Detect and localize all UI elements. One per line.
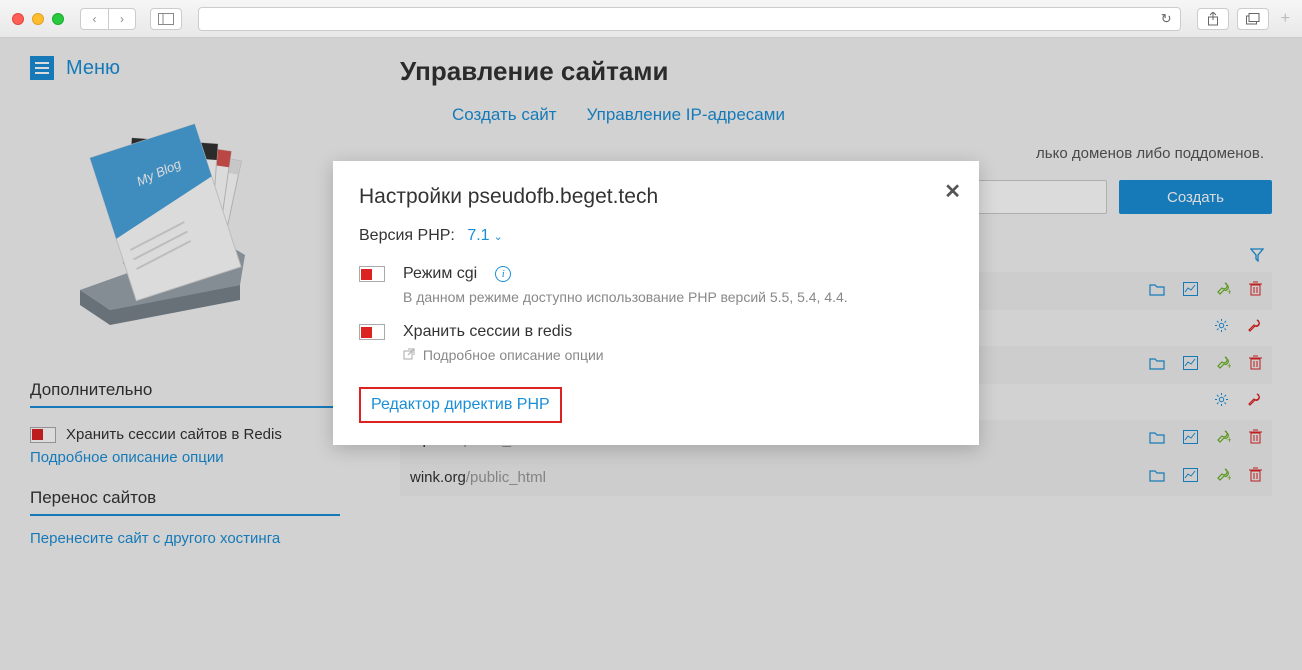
cgi-label: Режим cgi — [403, 265, 477, 283]
redis-help-link[interactable]: Подробное описание опции — [423, 347, 604, 363]
cgi-mode-row: Режим cgi i — [359, 265, 953, 283]
back-button[interactable]: ‹ — [80, 8, 108, 30]
info-icon[interactable]: i — [495, 266, 511, 282]
redis-session-toggle[interactable] — [359, 324, 385, 340]
php-version-row: Версия PHP: 7.1⌄ — [359, 227, 953, 245]
new-tab-button[interactable]: + — [1281, 10, 1290, 28]
browser-chrome: ‹ › ↻ + — [0, 0, 1302, 38]
cgi-toggle[interactable] — [359, 266, 385, 282]
settings-modal: ✕ Настройки pseudofb.beget.tech Версия P… — [333, 161, 979, 445]
window-controls — [12, 13, 64, 25]
redis-help-row: Подробное описание опции — [403, 347, 953, 363]
cgi-help-text: В данном режиме доступно использование P… — [403, 289, 953, 305]
sidebar-toggle-button[interactable] — [150, 8, 182, 30]
close-icon[interactable]: ✕ — [944, 179, 961, 204]
php-version-label: Версия PHP: — [359, 227, 455, 244]
redis-session-label: Хранить сессии в redis — [403, 323, 572, 341]
chevron-down-icon: ⌄ — [494, 231, 503, 243]
nav-buttons: ‹ › — [80, 8, 136, 30]
close-window-button[interactable] — [12, 13, 24, 25]
redis-session-row: Хранить сессии в redis — [359, 323, 953, 341]
reload-icon[interactable]: ↻ — [1161, 11, 1172, 27]
minimize-window-button[interactable] — [32, 13, 44, 25]
share-button[interactable] — [1197, 8, 1229, 30]
modal-title: Настройки pseudofb.beget.tech — [359, 185, 953, 209]
tabs-button[interactable] — [1237, 8, 1269, 30]
php-directives-editor-link[interactable]: Редактор директив PHP — [359, 387, 562, 423]
forward-button[interactable]: › — [108, 8, 136, 30]
external-link-icon — [403, 347, 419, 363]
maximize-window-button[interactable] — [52, 13, 64, 25]
php-version-select[interactable]: 7.1⌄ — [467, 227, 502, 244]
url-bar[interactable]: ↻ — [198, 7, 1181, 31]
